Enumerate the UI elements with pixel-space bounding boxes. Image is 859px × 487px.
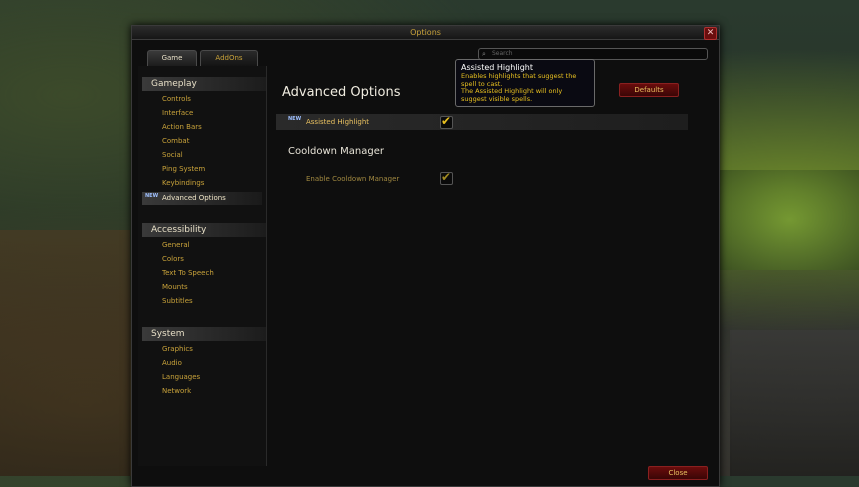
category-sidebar: Gameplay Controls Interface Action Bars … xyxy=(138,66,267,466)
assisted-highlight-checkbox[interactable]: ✔ xyxy=(440,114,453,129)
sidebar-item-graphics[interactable]: Graphics xyxy=(162,344,193,355)
check-icon: ✔ xyxy=(441,114,452,128)
sidebar-item-subtitles[interactable]: Subtitles xyxy=(162,296,193,307)
sidebar-item-keybindings[interactable]: Keybindings xyxy=(162,178,204,189)
sidebar-item-action-bars[interactable]: Action Bars xyxy=(162,122,202,133)
sidebar-item-audio[interactable]: Audio xyxy=(162,358,182,369)
tooltip-assisted-highlight: Assisted Highlight Enables highlights th… xyxy=(455,59,595,107)
sidebar-item-colors[interactable]: Colors xyxy=(162,254,184,265)
sidebar-item-advanced-options[interactable]: Advanced Options xyxy=(162,193,226,204)
sidebar-item-social[interactable]: Social xyxy=(162,150,183,161)
title-bar[interactable]: Options xyxy=(132,26,719,40)
category-header-accessibility: Accessibility xyxy=(142,223,266,237)
sidebar-item-general[interactable]: General xyxy=(162,240,190,251)
settings-panel: Advanced Options NEW Assisted Highlight … xyxy=(268,66,716,466)
window-title: Options xyxy=(410,28,441,37)
new-badge: NEW xyxy=(145,193,159,199)
sidebar-item-combat[interactable]: Combat xyxy=(162,136,189,147)
check-icon: ✔ xyxy=(441,170,452,184)
sidebar-item-languages[interactable]: Languages xyxy=(162,372,200,383)
page-title: Advanced Options xyxy=(282,85,401,100)
new-badge: NEW xyxy=(288,116,302,122)
section-title-cooldown-manager: Cooldown Manager xyxy=(288,146,384,157)
enable-cooldown-manager-label: Enable Cooldown Manager xyxy=(306,175,400,183)
tab-label: AddOns xyxy=(215,54,243,62)
sidebar-item-ping-system[interactable]: Ping System xyxy=(162,164,205,175)
sidebar-item-text-to-speech[interactable]: Text To Speech xyxy=(162,268,214,279)
sidebar-item-interface[interactable]: Interface xyxy=(162,108,193,119)
tab-addons[interactable]: AddOns xyxy=(200,50,258,66)
category-header-gameplay: Gameplay xyxy=(142,77,266,91)
tab-game[interactable]: Game xyxy=(147,50,197,66)
search-icon: ⌕ xyxy=(482,50,486,58)
assisted-highlight-label: Assisted Highlight xyxy=(306,118,369,126)
tab-label: Game xyxy=(161,54,183,62)
search-placeholder: Search xyxy=(492,50,513,57)
close-button[interactable]: Close xyxy=(648,466,708,480)
tooltip-line: suggest visible spells. xyxy=(461,94,533,103)
sidebar-item-controls[interactable]: Controls xyxy=(162,94,191,105)
category-header-system: System xyxy=(142,327,266,341)
sidebar-item-network[interactable]: Network xyxy=(162,386,191,397)
defaults-button[interactable]: Defaults xyxy=(619,83,679,97)
enable-cooldown-manager-checkbox[interactable]: ✔ xyxy=(440,170,453,185)
close-icon[interactable]: ✕ xyxy=(704,27,717,40)
sidebar-item-mounts[interactable]: Mounts xyxy=(162,282,188,293)
